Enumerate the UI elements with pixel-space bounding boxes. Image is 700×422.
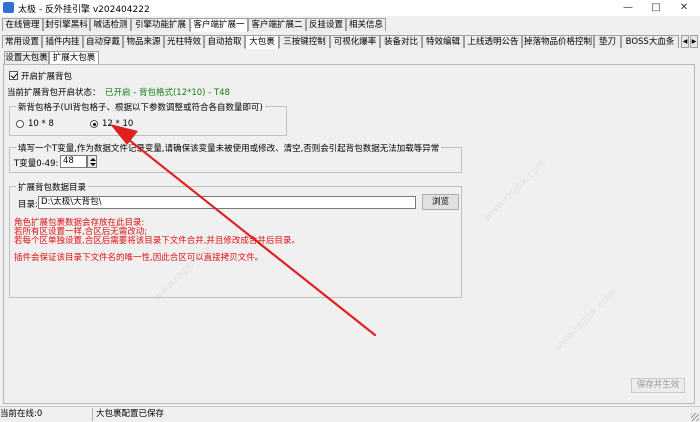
status-bar: 当前在线:0 大包裹配置已保存 [0, 406, 700, 422]
resize-grip-icon[interactable] [691, 413, 699, 421]
annotation-arrow [110, 124, 377, 337]
status-message: 大包裹配置已保存 [96, 409, 165, 419]
online-count: 当前在线:0 [0, 408, 93, 421]
